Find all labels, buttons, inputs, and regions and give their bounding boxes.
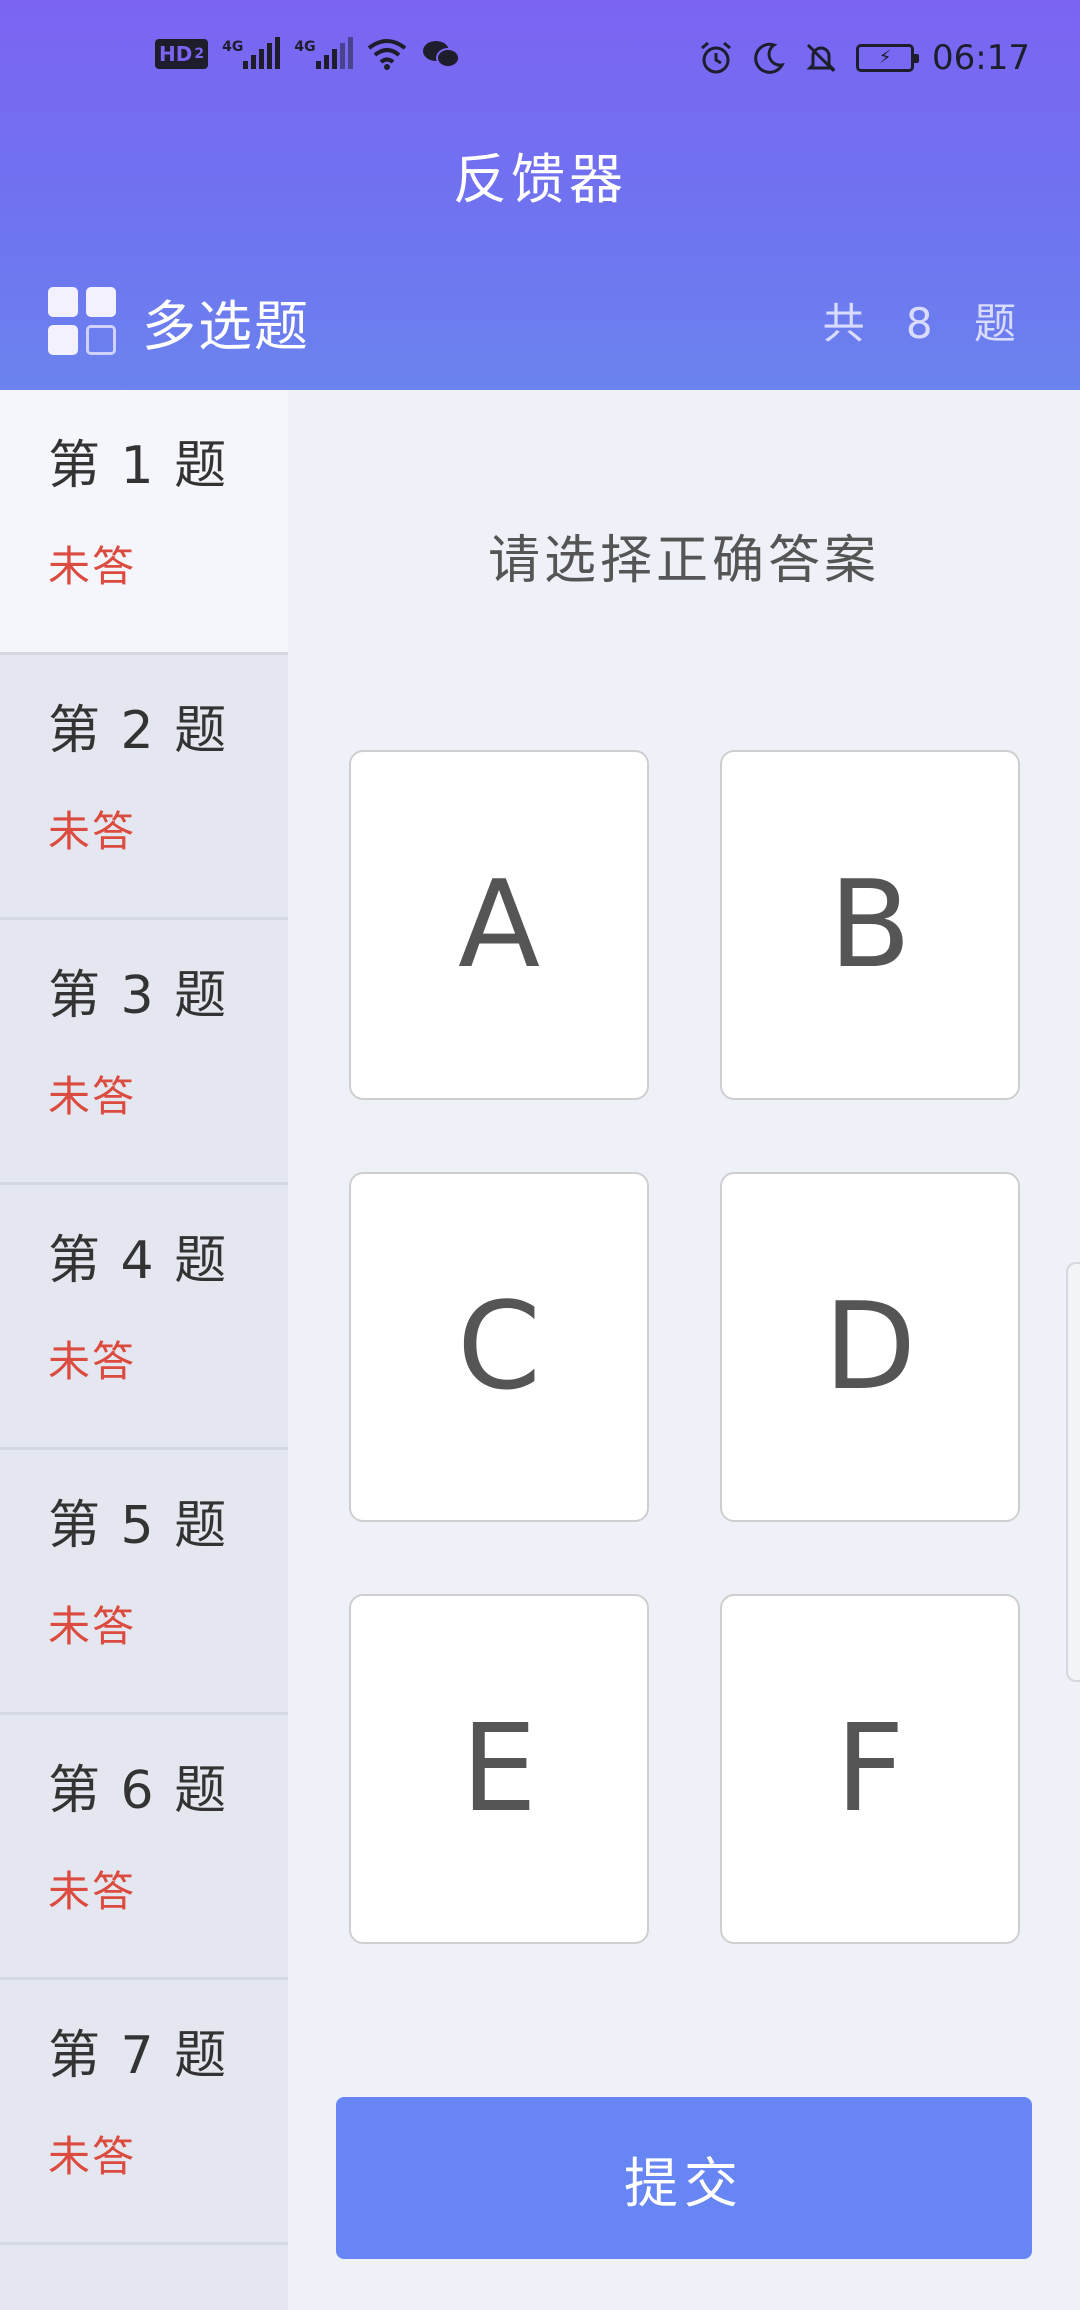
question-item-4[interactable]: 第 4 题 未答: [0, 1185, 288, 1450]
option-e-button[interactable]: E: [349, 1594, 649, 1944]
question-label: 第 4 题: [48, 1231, 229, 1291]
hd-badge-label: HD: [159, 42, 193, 66]
sim1-type: 4G: [222, 39, 244, 55]
question-status: 未答: [48, 807, 137, 857]
question-item-1[interactable]: 第 1 题 未答: [0, 390, 288, 655]
signal-bars-icon: [315, 37, 353, 69]
option-f-button[interactable]: F: [720, 1594, 1020, 1944]
question-label: 第 6 题: [48, 1761, 229, 1821]
option-c-button[interactable]: C: [349, 1172, 649, 1522]
sim2-type: 4G: [294, 39, 316, 55]
question-item-7[interactable]: 第 7 题 未答: [0, 1980, 288, 2245]
question-label: 第 7 题: [48, 2026, 229, 2086]
question-total: 共 8 题: [822, 299, 1030, 348]
signal-bars-icon: [243, 37, 281, 69]
status-bar: HD 2 4G 4G ⚡ 06:17: [0, 0, 1080, 125]
question-item-6[interactable]: 第 6 题 未答: [0, 1715, 288, 1980]
question-status: 未答: [48, 1867, 137, 1917]
question-status: 未答: [48, 1602, 137, 1652]
question-sidebar: 第 1 题 未答 第 2 题 未答 第 3 题 未答 第 4 题 未答 第 5 …: [0, 390, 288, 2310]
question-status: 未答: [48, 2132, 137, 2182]
app-header: HD 2 4G 4G ⚡ 06:17 反馈器 多选题 共 8 题: [0, 0, 1080, 390]
answer-prompt: 请选择正确答案: [487, 531, 880, 591]
option-d-button[interactable]: D: [720, 1172, 1020, 1522]
status-time: 06:17: [932, 38, 1030, 78]
question-label: 第 5 题: [48, 1496, 229, 1556]
mode-bar: 多选题: [48, 282, 310, 361]
status-right-group: ⚡ 06:17: [698, 38, 1030, 78]
sim2-signal: 4G: [294, 37, 353, 69]
question-status: 未答: [48, 542, 137, 592]
wifi-icon: [367, 39, 406, 70]
question-item-5[interactable]: 第 5 题 未答: [0, 1450, 288, 1715]
question-status: 未答: [48, 1072, 137, 1122]
option-b-button[interactable]: B: [720, 750, 1020, 1100]
question-status: 未答: [48, 1337, 137, 1387]
grid-icon: [48, 286, 118, 357]
question-item-3[interactable]: 第 3 题 未答: [0, 920, 288, 1185]
side-drawer-handle[interactable]: [1066, 1262, 1080, 1682]
answer-panel: 请选择正确答案 A B C D E F 提交: [288, 390, 1080, 2310]
app-title: 反馈器: [453, 148, 627, 211]
question-label: 第 3 题: [48, 966, 229, 1026]
sim1-signal: 4G: [222, 37, 281, 69]
question-label: 第 2 题: [48, 701, 229, 761]
question-label: 第 1 题: [48, 436, 229, 496]
option-a-button[interactable]: A: [349, 750, 649, 1100]
mode-title: 多选题: [142, 295, 310, 358]
hd-badge-sub: 2: [194, 46, 205, 62]
hd-badge: HD 2: [155, 39, 209, 69]
alarm-icon: [701, 41, 731, 74]
bell-off-icon: [806, 43, 836, 73]
moon-icon: [754, 42, 785, 74]
battery-charging-icon: ⚡: [856, 44, 920, 72]
wechat-icon: [422, 41, 460, 68]
status-left-group: HD 2 4G 4G: [155, 37, 461, 70]
submit-button[interactable]: 提交: [336, 2097, 1032, 2259]
question-item-2[interactable]: 第 2 题 未答: [0, 655, 288, 920]
